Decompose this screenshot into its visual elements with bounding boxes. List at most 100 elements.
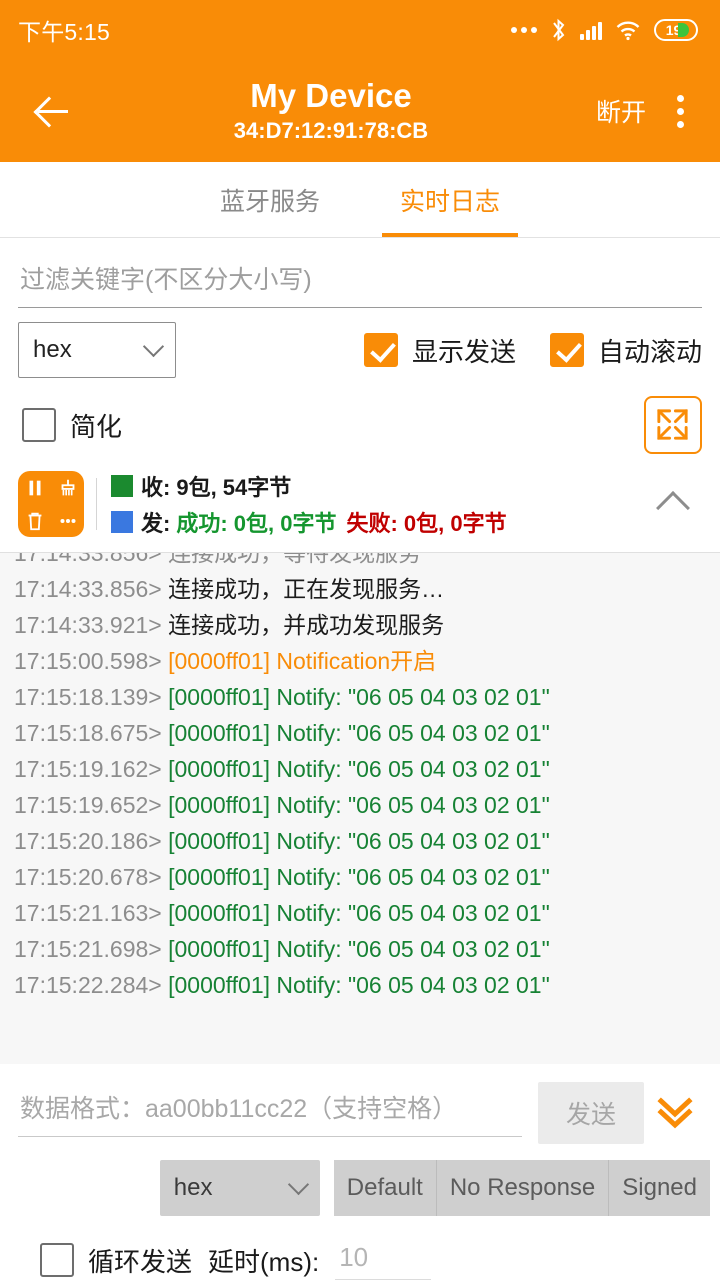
log-message: [0000ff01] Notify: "06 05 04 03 02 01": [168, 792, 550, 818]
log-line: 17:15:21.698> [0000ff01] Notify: "06 05 …: [14, 931, 706, 967]
more-icon: [57, 510, 79, 532]
back-arrow-icon[interactable]: [26, 84, 80, 138]
receive-value: 9包, 54字节: [176, 470, 291, 502]
log-message: [0000ff01] Notification开启: [168, 648, 436, 674]
send-section: 发送 hex DefaultNo ResponseSigned 循环发送 延时(…: [0, 1064, 720, 1280]
log-output[interactable]: 17:14:33.856> 连接成功，等待发现服务 17:14:33.856> …: [0, 552, 720, 1064]
log-timestamp: 17:15:19.162>: [14, 756, 168, 782]
log-actions-icon[interactable]: [18, 471, 84, 537]
fullscreen-expand-icon[interactable]: [644, 396, 702, 454]
bluetooth-icon: [550, 18, 567, 42]
log-message: [0000ff01] Notify: "06 05 04 03 02 01": [168, 972, 550, 998]
stats-panel: 收: 9包, 54字节 发: 成功: 0包, 0字节 失败: 0包, 0字节: [0, 454, 720, 552]
chevron-down-icon: [143, 335, 164, 356]
send-mode-row: hex DefaultNo ResponseSigned: [0, 1152, 720, 1216]
send-format-select[interactable]: hex: [160, 1160, 320, 1216]
double-chevron-down-icon[interactable]: [644, 1094, 706, 1132]
write-mode-default-button[interactable]: Default: [334, 1160, 437, 1216]
auto-scroll-checkbox[interactable]: 自动滚动: [550, 332, 702, 369]
log-line: 17:14:33.921> 连接成功，并成功发现服务: [14, 607, 706, 643]
log-message: [0000ff01] Notify: "06 05 04 03 02 01": [168, 684, 550, 710]
options-row-secondary: 简化: [0, 378, 720, 454]
checkbox-box: [22, 408, 56, 442]
page-title: My Device: [250, 77, 411, 116]
log-message: [0000ff01] Notify: "06 05 04 03 02 01": [168, 756, 550, 782]
send-fail-value: 失败: 0包, 0字节: [346, 506, 506, 538]
stats-send-line: 发: 成功: 0包, 0字节 失败: 0包, 0字节: [111, 506, 644, 538]
disconnect-button[interactable]: 断开: [582, 85, 660, 137]
send-button[interactable]: 发送: [538, 1082, 644, 1144]
log-message: [0000ff01] Notify: "06 05 04 03 02 01": [168, 900, 550, 926]
log-timestamp: 17:14:33.921>: [14, 612, 168, 638]
show-send-label: 显示发送: [412, 332, 516, 369]
checkbox-box: [550, 333, 584, 367]
broom-icon: [57, 477, 79, 499]
send-color-swatch: [111, 511, 133, 533]
chevron-down-icon: [288, 1173, 309, 1194]
show-send-checkbox[interactable]: 显示发送: [364, 332, 516, 369]
log-message: 连接成功，正在发现服务…: [168, 576, 444, 602]
stats-lines: 收: 9包, 54字节 发: 成功: 0包, 0字节 失败: 0包, 0字节: [111, 470, 644, 538]
loop-send-row: 循环发送 延时(ms):: [0, 1216, 720, 1280]
log-format-value: hex: [33, 336, 72, 364]
send-data-input[interactable]: [18, 1089, 522, 1137]
stats-divider: [96, 478, 97, 530]
log-message: 连接成功，并成功发现服务: [168, 612, 444, 638]
chevron-up-icon[interactable]: [644, 488, 702, 520]
log-line-clipped: 17:14:33.856> 连接成功，等待发现服务: [14, 552, 706, 571]
log-message: [0000ff01] Notify: "06 05 04 03 02 01": [168, 720, 550, 746]
log-timestamp: 17:15:20.186>: [14, 828, 168, 854]
log-timestamp: 17:15:18.675>: [14, 720, 168, 746]
app-bar-titles: My Device 34:D7:12:91:78:CB: [80, 77, 582, 144]
delay-label: 延时(ms):: [208, 1242, 319, 1279]
log-timestamp: 17:15:21.163>: [14, 900, 168, 926]
status-time: 下午5:15: [18, 13, 110, 47]
stats-receive-line: 收: 9包, 54字节: [111, 470, 644, 502]
status-icons: 19: [511, 18, 698, 42]
simplify-label: 简化: [70, 407, 122, 444]
filter-section: [0, 238, 720, 308]
delay-input[interactable]: [335, 1240, 431, 1280]
filter-input[interactable]: [18, 260, 702, 308]
app-bar: My Device 34:D7:12:91:78:CB 断开: [0, 60, 720, 162]
pause-icon: [24, 477, 46, 499]
auto-scroll-label: 自动滚动: [598, 332, 702, 369]
tab-bar: 蓝牙服务 实时日志: [0, 162, 720, 238]
app-screen: 下午5:15 19 My Device 34:D7:12:91:78:CB: [0, 0, 720, 1280]
log-timestamp: 17:15:21.698>: [14, 936, 168, 962]
log-message: [0000ff01] Notify: "06 05 04 03 02 01": [168, 828, 550, 854]
log-clipped-text: 17:14:33.856> 连接成功，等待发现服务: [14, 552, 421, 566]
loop-send-checkbox[interactable]: 循环发送: [40, 1242, 192, 1279]
simplify-checkbox[interactable]: 简化: [22, 407, 122, 444]
write-mode-signed-button[interactable]: Signed: [609, 1160, 710, 1216]
log-line: 17:15:19.652> [0000ff01] Notify: "06 05 …: [14, 787, 706, 823]
loop-send-label: 循环发送: [88, 1242, 192, 1279]
log-line-list: 17:14:33.856> 连接成功，正在发现服务… 17:14:33.921> …: [14, 571, 706, 1003]
log-timestamp: 17:15:00.598>: [14, 648, 168, 674]
checkbox-box: [364, 333, 398, 367]
log-line: 17:15:18.675> [0000ff01] Notify: "06 05 …: [14, 715, 706, 751]
log-message: [0000ff01] Notify: "06 05 04 03 02 01": [168, 936, 550, 962]
kebab-menu-icon[interactable]: [660, 89, 700, 134]
log-line: 17:15:20.186> [0000ff01] Notify: "06 05 …: [14, 823, 706, 859]
battery-icon: 19: [654, 19, 698, 41]
options-row-primary: hex 显示发送 自动滚动: [0, 308, 720, 378]
status-bar: 下午5:15 19: [0, 0, 720, 60]
tab-realtime-log[interactable]: 实时日志: [360, 162, 540, 237]
log-line: 17:15:21.163> [0000ff01] Notify: "06 05 …: [14, 895, 706, 931]
send-success-value: 成功: 0包, 0字节: [176, 506, 336, 538]
device-mac-address: 34:D7:12:91:78:CB: [234, 118, 428, 144]
send-label: 发:: [141, 506, 170, 538]
log-line: 17:15:20.678> [0000ff01] Notify: "06 05 …: [14, 859, 706, 895]
write-mode-no-response-button[interactable]: No Response: [437, 1160, 609, 1216]
log-timestamp: 17:15:18.139>: [14, 684, 168, 710]
receive-label: 收:: [141, 470, 170, 502]
wifi-icon: [615, 20, 641, 41]
receive-color-swatch: [111, 475, 133, 497]
log-timestamp: 17:14:33.856>: [14, 576, 168, 602]
log-line: 17:15:18.139> [0000ff01] Notify: "06 05 …: [14, 679, 706, 715]
trash-icon: [24, 510, 46, 532]
log-format-select[interactable]: hex: [18, 322, 176, 378]
tab-bluetooth-services[interactable]: 蓝牙服务: [180, 162, 360, 237]
ellipsis-icon: [511, 27, 537, 33]
